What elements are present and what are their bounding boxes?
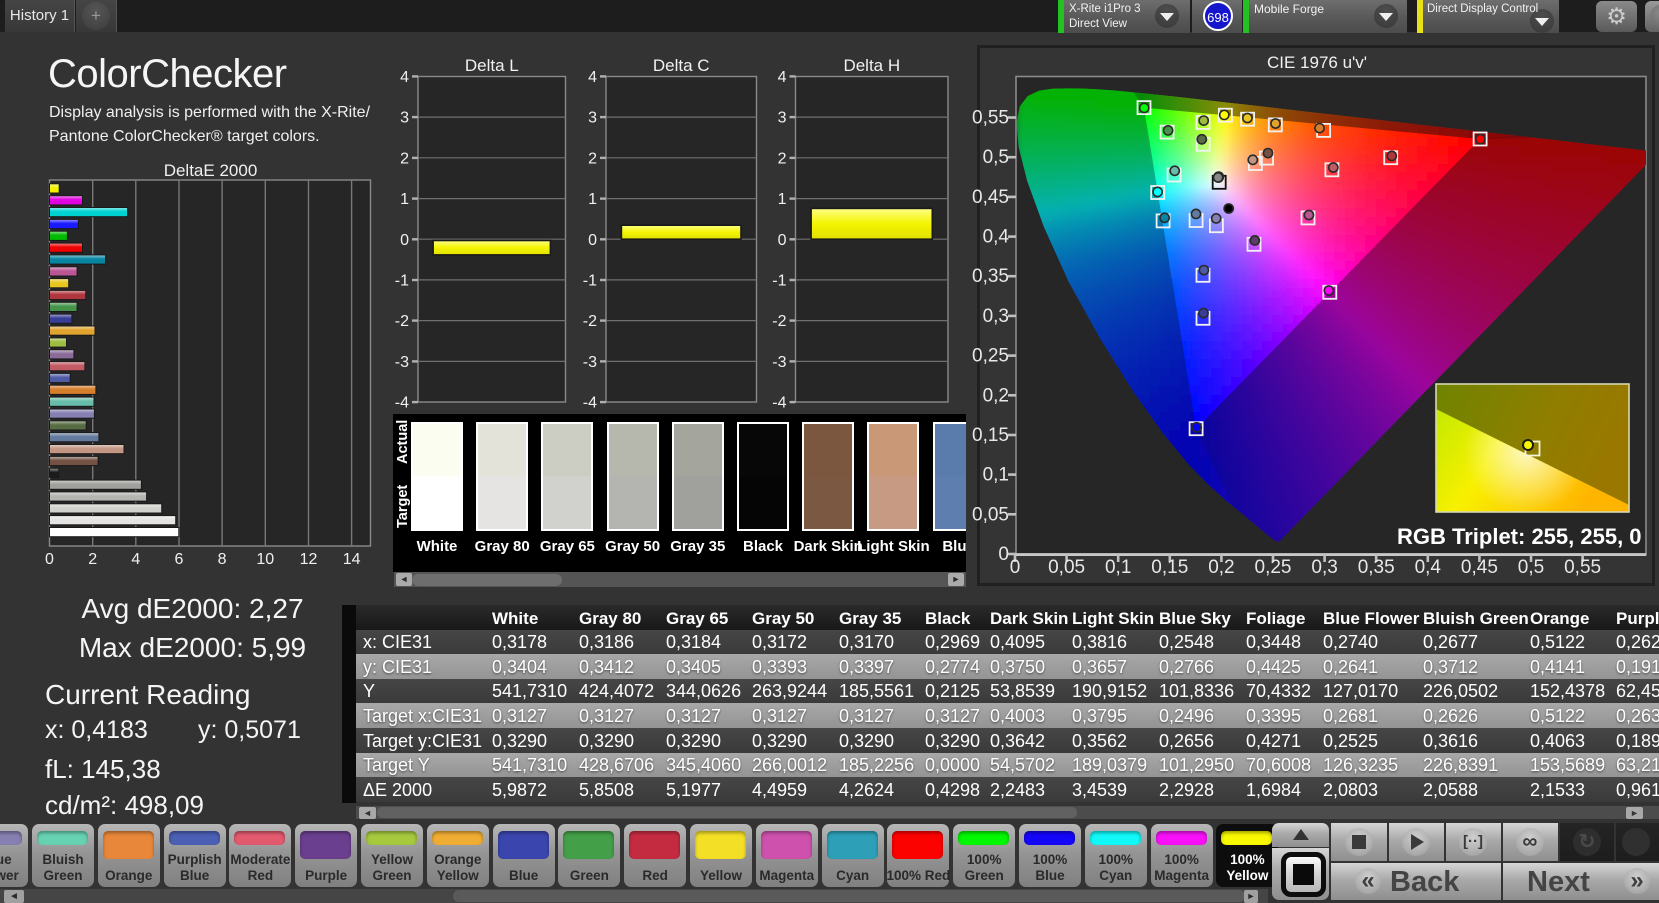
svg-text:RGB Triplet: 255, 255, 0: RGB Triplet: 255, 255, 0 <box>1397 524 1642 549</box>
